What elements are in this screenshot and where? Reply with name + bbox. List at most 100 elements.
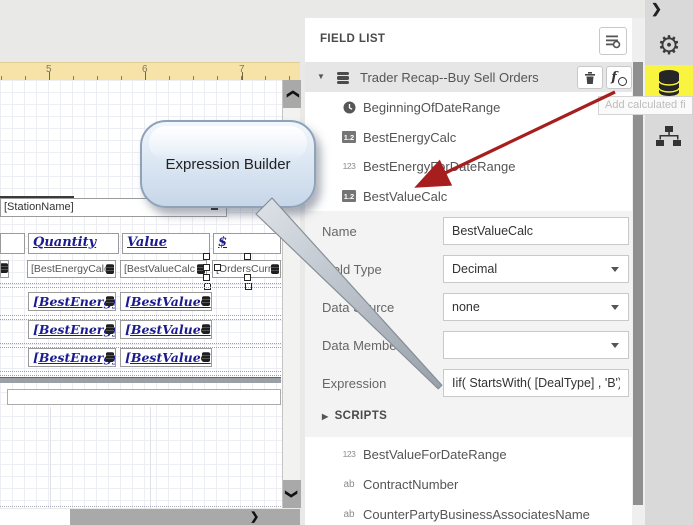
data-member-dropdown[interactable]	[443, 331, 629, 359]
cell-text: [BestEnergyCalc	[28, 261, 115, 275]
cell-text: [BestValueC	[121, 321, 211, 337]
data-source-dropdown[interactable]: none	[443, 293, 629, 321]
report-explorer-tab-icon[interactable]	[645, 122, 693, 152]
table-cell[interactable]: [BestEnergyCalc	[27, 260, 116, 278]
field-label: BestEnergyCalc	[363, 130, 456, 145]
header-label: Value	[123, 234, 209, 250]
scroll-down-button[interactable]: ❯	[283, 480, 301, 508]
field-item[interactable]: 123 BestEnergyForDateRange	[305, 155, 632, 177]
report-designer-window: 5 6 7 [StationName] Quantity Value $	[0, 0, 693, 525]
decimal-icon: 1.2	[341, 188, 357, 204]
chevron-up-icon: ❯	[285, 89, 299, 99]
selection-handle[interactable]	[214, 264, 221, 271]
collapse-panel-chevron-icon[interactable]: ❯	[651, 1, 662, 17]
property-label: Data Source	[322, 300, 394, 315]
field-label: ContractNumber	[363, 477, 458, 492]
scripts-section-header[interactable]: ▶ SCRIPTS	[322, 410, 387, 422]
database-icon	[335, 70, 351, 86]
cell-text: [BestValueC	[121, 293, 211, 309]
band-divider	[0, 377, 281, 383]
field-list-options-button[interactable]	[599, 27, 627, 55]
property-label: Name	[322, 224, 357, 239]
dropdown-caret-icon	[611, 267, 619, 272]
table-header-cell[interactable]: Quantity	[28, 233, 119, 254]
empty-control[interactable]	[7, 389, 281, 405]
property-label: Data Member	[322, 338, 401, 353]
integer-icon: 123	[341, 158, 357, 174]
expand-triangle-icon: ▶	[322, 412, 329, 421]
properties-section: Name Field Type Decimal Data Source none…	[305, 211, 632, 437]
selection-handle[interactable]	[244, 253, 251, 260]
table-cell[interactable]: [BestEnergyC	[28, 320, 116, 339]
property-label: Field Type	[322, 262, 382, 277]
panel-scrollbar[interactable]	[632, 18, 645, 525]
cell-text: [BestEnergyC	[29, 349, 115, 365]
table-cell[interactable]: [BestValueC	[120, 348, 212, 367]
table-header-cell-stub[interactable]	[0, 233, 25, 254]
field-list-panel: FIELD LIST ▼ Trader Recap--Buy Sell Orde…	[305, 18, 632, 525]
datasource-label: Trader Recap--Buy Sell Orders	[360, 70, 539, 85]
field-item[interactable]: 123 BestValueForDateRange	[305, 443, 632, 465]
tree-row-datasource[interactable]: ▼ Trader Recap--Buy Sell Orders f	[305, 62, 632, 92]
decimal-icon: 1.2	[341, 129, 357, 145]
datasource-mini-icon	[202, 352, 210, 362]
add-circle-icon	[618, 77, 627, 86]
table-cell-stub[interactable]	[0, 260, 9, 278]
selection-handle[interactable]	[244, 274, 251, 281]
scripts-label: SCRIPTS	[335, 410, 388, 422]
field-item[interactable]: ab ContractNumber	[305, 473, 632, 495]
band-separator	[0, 371, 281, 376]
table-cell[interactable]: [BestValueC	[120, 292, 212, 311]
add-calculated-field-button[interactable]: f	[606, 66, 632, 89]
header-label: Quantity	[29, 234, 118, 250]
datasource-mini-icon	[106, 324, 114, 334]
field-type-dropdown[interactable]: Decimal	[443, 255, 629, 283]
scroll-up-button[interactable]: ❯	[283, 80, 301, 108]
selection-handle[interactable]	[203, 264, 210, 271]
datasource-mini-icon	[106, 264, 114, 274]
field-label: BestValueCalc	[363, 189, 447, 204]
dropdown-caret-icon	[611, 343, 619, 348]
panel-scrollbar-thumb[interactable]	[633, 62, 643, 505]
gear-icon[interactable]: ⚙	[645, 30, 693, 60]
table-header-cell[interactable]: $	[213, 233, 281, 254]
scroll-corner	[0, 509, 70, 525]
field-item[interactable]: 1.2 BestEnergyCalc	[305, 126, 632, 148]
right-toolbar: ⚙	[645, 0, 693, 525]
selection-handle[interactable]	[203, 253, 210, 260]
table-header-cell[interactable]: Value	[122, 233, 210, 254]
delete-datasource-button[interactable]	[577, 66, 603, 89]
chevron-down-icon: ❯	[285, 489, 299, 499]
property-label: Expression	[322, 376, 386, 391]
datasource-mini-icon	[202, 324, 210, 334]
add-calculated-field-tooltip: Add calculated fi	[598, 96, 693, 115]
field-item-selected[interactable]: 1.2 BestValueCalc	[305, 185, 632, 207]
field-item[interactable]: ab CounterPartyBusinessAssociatesName	[305, 503, 632, 525]
fx-icon: f	[611, 70, 617, 85]
field-item[interactable]: BeginningOfDateRange	[305, 96, 632, 118]
callout-label: Expression Builder	[165, 156, 290, 173]
selection-handle[interactable]	[203, 274, 210, 281]
collapse-triangle-icon[interactable]: ▼	[317, 72, 325, 81]
table-cell[interactable]: [BestValueC	[120, 320, 212, 339]
datasource-mini-icon	[106, 296, 114, 306]
dropdown-caret-icon	[611, 305, 619, 310]
header-label: $	[214, 234, 280, 250]
field-label: BestValueForDateRange	[363, 447, 507, 462]
design-horizontal-scrollbar[interactable]: ❯	[70, 509, 300, 525]
table-cell[interactable]: [BestEnergyC	[28, 348, 116, 367]
table-cell[interactable]: [BestEnergyC	[28, 292, 116, 311]
expression-input[interactable]	[443, 369, 629, 397]
name-input[interactable]	[443, 217, 629, 245]
layout-guide	[50, 407, 51, 525]
expression-builder-callout: Expression Builder	[140, 120, 316, 208]
integer-icon: 123	[341, 446, 357, 462]
field-type-value: Decimal	[452, 262, 497, 276]
cell-text: [BestValueCalc	[121, 261, 206, 275]
text-icon: ab	[341, 476, 357, 492]
datasource-mini-icon	[202, 296, 210, 306]
field-label: BeginningOfDateRange	[363, 100, 500, 115]
table-cell-selected[interactable]: [BestValueCalc	[120, 260, 207, 278]
datasource-mini-icon	[0, 263, 8, 273]
field-label: CounterPartyBusinessAssociatesName	[363, 507, 590, 522]
